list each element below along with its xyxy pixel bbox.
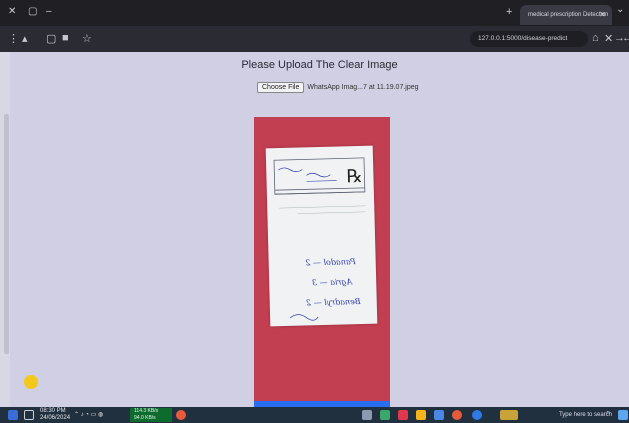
clock-time[interactable]: 08:30 PM [40,408,66,414]
url-text: 127.0.0.1:5000/disease-predict [478,35,568,42]
uploaded-image: ℞ Panadol — 2 Agria — 3 Benadryl — 2 [254,117,390,407]
browser-titlebar: ✕ ▢ – + medical prescription Detection ✕… [0,0,629,26]
tab-search-icon[interactable]: ⌄ [616,4,624,15]
reload-icon[interactable]: ✕ [604,32,613,45]
menu-icon[interactable]: ⋮ [8,32,19,45]
bookmark-star-icon[interactable]: ☆ [82,32,92,45]
address-bar[interactable]: 127.0.0.1:5000/disease-predict [470,31,588,47]
edge-icon[interactable] [472,410,482,420]
new-tab-icon[interactable]: + [506,6,512,18]
file-explorer-icon[interactable] [362,410,372,420]
cursor-highlight [24,375,38,389]
selected-file-name: WhatsApp Imag...7 at 11.19.07.jpeg [307,83,419,91]
chrome-icon[interactable] [452,410,462,420]
rx-symbol: ℞ [346,166,363,187]
taskbar-search[interactable]: Type here to search [538,409,616,421]
prescription-line-2: Agria — 3 [312,277,353,287]
tab-close-icon[interactable]: ✕ [599,5,606,25]
app-icon[interactable] [398,410,408,420]
home-icon[interactable]: ⌂ [592,32,599,44]
notification-icon[interactable] [24,410,34,420]
network-speed-widget[interactable]: 114.3 KB/s 94.0 KB/s [130,408,172,422]
split-view-icon[interactable]: ▢ [46,32,56,45]
app-icon[interactable] [416,410,426,420]
scrollbar-track[interactable] [0,52,10,407]
search-placeholder: Type here to search [558,412,612,418]
browser-tab[interactable]: medical prescription Detection ✕ [520,5,612,25]
app-icon[interactable] [434,410,444,420]
app-icon[interactable] [380,410,390,420]
chrome-taskbar-icon[interactable] [176,410,186,420]
choose-file-button[interactable]: Choose File [257,81,305,93]
os-taskbar: 08:30 PM 24/06/2024 ⌃ ♪ ◔ ▭ ◍ 114.3 KB/s… [0,407,629,423]
file-upload-row: Choose File WhatsApp Imag...7 at 11.19.0… [257,80,419,94]
search-icon[interactable]: ⌕ [606,410,609,417]
minimize-window-icon[interactable]: – [46,6,52,17]
clock-date[interactable]: 24/06/2024 [40,415,70,421]
maximize-window-icon[interactable]: ▢ [28,6,37,17]
page-heading: Please Upload The Clear Image [241,59,398,71]
net-up: 114.3 KB/s [134,408,159,414]
scrollbar-thumb[interactable] [4,114,9,354]
weather-widget-icon[interactable] [500,410,518,420]
prescription-drawing: ℞ Panadol — 2 Agria — 3 Benadryl — 2 [273,157,366,321]
close-window-icon[interactable]: ✕ [8,6,16,17]
start-button-icon[interactable] [618,410,628,420]
back-icon[interactable]: ← [622,32,629,44]
prescription-line-1: Panadol — 2 [305,257,357,267]
extension-icon[interactable]: ▴ [22,32,28,45]
prescription-line-3: Benadryl — 2 [306,297,362,307]
system-tray-icons[interactable]: ⌃ ♪ ◔ ▭ ◍ [74,411,103,418]
tab-title: medical prescription Detection [528,12,609,18]
page-content: Please Upload The Clear Image Choose Fil… [10,52,629,407]
browser-toolbar: ⋮ ▴ ▢ ■ ☆ 127.0.0.1:5000/disease-predict… [0,26,629,52]
downloads-icon[interactable]: ■ [62,32,69,44]
net-down: 94.0 KB/s [134,415,156,421]
weather-icon[interactable] [8,410,18,420]
prescription-paper: ℞ Panadol — 2 Agria — 3 Benadryl — 2 [265,145,378,327]
